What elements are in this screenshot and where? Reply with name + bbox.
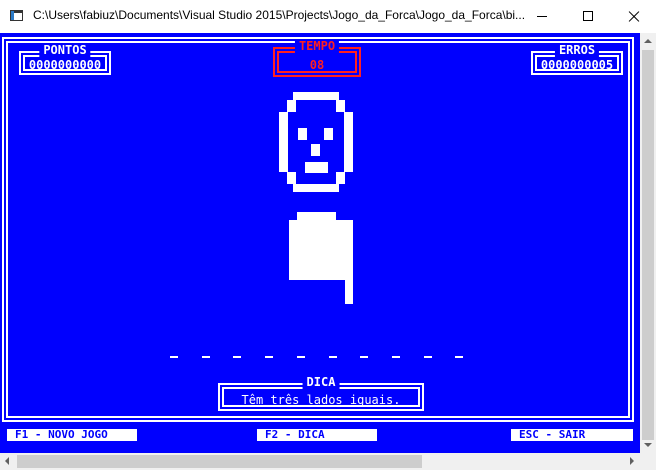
errors-box: ERROS 0000000005 <box>531 43 623 75</box>
nose <box>311 144 320 156</box>
hint-label: DICA <box>302 375 340 389</box>
minimize-button[interactable] <box>519 0 565 33</box>
scroll-down-arrow-icon[interactable] <box>640 437 656 453</box>
hangman-figure <box>279 92 353 304</box>
letter-slot <box>170 356 178 358</box>
errors-value: 0000000005 <box>540 58 614 72</box>
window-title-bar[interactable]: C:\Users\fabiuz\Documents\Visual Studio … <box>0 0 656 34</box>
horizontal-scrollbar[interactable] <box>0 453 640 470</box>
vertical-scroll-thumb[interactable] <box>642 50 654 440</box>
horizontal-scroll-thumb[interactable] <box>17 455 422 468</box>
timer-value: 08 <box>309 58 325 72</box>
timer-label: TEMPO <box>294 39 340 53</box>
vertical-scrollbar[interactable] <box>640 33 656 453</box>
body-left <box>289 220 298 280</box>
maximize-button[interactable] <box>565 0 611 33</box>
head-left-side <box>279 112 288 172</box>
hint-key[interactable]: F2 - DICA <box>257 429 377 441</box>
console-app-icon <box>10 10 23 21</box>
scroll-up-arrow-icon[interactable] <box>640 33 656 49</box>
letter-slot <box>265 356 274 358</box>
letter-slot <box>233 356 242 358</box>
mouth <box>305 162 328 173</box>
scrollbar-corner <box>640 453 656 470</box>
score-label: PONTOS <box>39 43 91 57</box>
head-upper-right <box>336 100 345 112</box>
body <box>297 212 336 280</box>
scroll-left-arrow-icon[interactable] <box>0 453 16 470</box>
letter-slot <box>296 356 305 358</box>
hint-box: DICA Têm três lados iguais. <box>218 375 424 411</box>
right-eye <box>324 128 333 140</box>
right-arm <box>345 232 353 304</box>
head-upper-left <box>287 100 296 112</box>
score-box: PONTOS 0000000000 <box>19 43 111 75</box>
close-button[interactable] <box>611 0 656 33</box>
scroll-right-arrow-icon[interactable] <box>624 453 640 470</box>
head-right-side <box>344 112 353 172</box>
letter-slot <box>201 356 210 358</box>
timer-box: TEMPO 08 <box>273 39 361 77</box>
letter-slot <box>423 356 432 358</box>
head-top <box>293 92 339 100</box>
new-game-key[interactable]: F1 - NOVO JOGO <box>7 429 137 441</box>
console-window[interactable]: PONTOS 0000000000 TEMPO 08 ERROS 0000000… <box>0 33 640 453</box>
hint-text: Têm três lados iguais. <box>241 393 401 407</box>
exit-key[interactable]: ESC - SAIR <box>511 429 633 441</box>
letter-slot <box>328 356 337 358</box>
head-lower-left <box>287 172 296 184</box>
letter-slot <box>391 356 400 358</box>
head-lower-right <box>336 172 345 184</box>
letter-slot <box>455 356 464 358</box>
left-eye <box>298 128 307 140</box>
letter-slot <box>360 356 369 358</box>
score-value: 0000000000 <box>28 58 102 72</box>
errors-label: ERROS <box>554 43 600 57</box>
window-title: C:\Users\fabiuz\Documents\Visual Studio … <box>33 8 526 22</box>
chin <box>293 184 339 192</box>
